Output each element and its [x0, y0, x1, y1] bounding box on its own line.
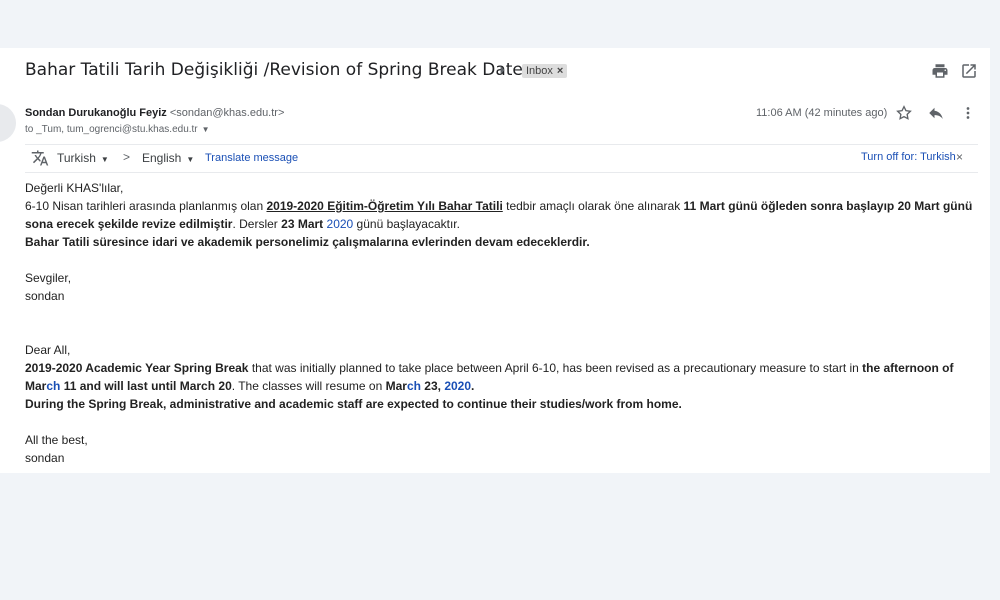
- en-signoff: All the best,: [25, 433, 88, 447]
- translate-bar-bottom-divider: [25, 172, 978, 173]
- chevron-right-icon: >: [123, 150, 131, 164]
- recipients-text: to _Tum, tum_ogrenci@stu.khas.edu.tr: [25, 124, 198, 135]
- inbox-label-text: Inbox: [526, 65, 553, 77]
- close-translate-bar-icon[interactable]: ×: [956, 150, 963, 164]
- reply-icon[interactable]: [927, 104, 945, 122]
- en-paragraph-1: 2019-2020 Academic Year Spring Break tha…: [25, 361, 954, 393]
- translate-icon: [31, 150, 49, 166]
- star-icon[interactable]: [895, 104, 913, 122]
- en-paragraph-2: During the Spring Break, administrative …: [25, 397, 682, 411]
- target-language-select[interactable]: English ▼: [142, 151, 194, 165]
- sender-email: <sondan@khas.edu.tr>: [169, 107, 285, 119]
- recipients-line: to _Tum, tum_ogrenci@stu.khas.edu.tr ▼: [25, 124, 210, 135]
- translate-message-link[interactable]: Translate message: [205, 152, 298, 164]
- inbox-label-chip[interactable]: Inbox ×: [522, 64, 568, 78]
- target-language-label: English: [142, 151, 182, 165]
- more-vert-icon[interactable]: [963, 104, 973, 122]
- sender-name[interactable]: Sondan Durukanoğlu Feyiz: [25, 107, 167, 119]
- tr-paragraph-1: 6-10 Nisan tarihleri arasında planlanmış…: [25, 199, 973, 231]
- tr-greeting: Değerli KHAS'lılar,: [25, 181, 124, 195]
- open-in-new-window-icon[interactable]: [960, 62, 978, 80]
- sender-line: Sondan Durukanoğlu Feyiz <sondan@khas.ed…: [25, 107, 284, 119]
- chevron-down-icon: ▼: [186, 155, 195, 164]
- tr-paragraph-2: Bahar Tatili süresince idari ve akademik…: [25, 235, 590, 249]
- source-language-label: Turkish: [57, 151, 96, 165]
- email-subject: Bahar Tatili Tarih Değişikliği /Revision…: [25, 60, 532, 80]
- tr-signoff: Sevgiler,: [25, 271, 72, 285]
- translate-bar: Turkish ▼ > English ▼ Translate message Tu…: [25, 145, 978, 173]
- remove-label-icon[interactable]: ×: [557, 65, 563, 77]
- en-greeting: Dear All,: [25, 343, 71, 357]
- en-signature: sondan: [25, 451, 65, 465]
- email-body: Değerli KHAS'lılar, 6-10 Nisan tarihleri…: [25, 179, 985, 467]
- turn-off-translation-link[interactable]: Turn off for: Turkish: [861, 151, 956, 163]
- tr-signature: sondan: [25, 289, 65, 303]
- chevron-down-icon: ▼: [100, 155, 109, 164]
- importance-marker-icon[interactable]: 🞂: [500, 63, 505, 78]
- print-icon[interactable]: [931, 62, 949, 80]
- received-time: 11:06 AM (42 minutes ago): [756, 107, 888, 119]
- source-language-select[interactable]: Turkish ▼: [57, 151, 109, 165]
- show-details-icon[interactable]: ▼: [202, 125, 210, 134]
